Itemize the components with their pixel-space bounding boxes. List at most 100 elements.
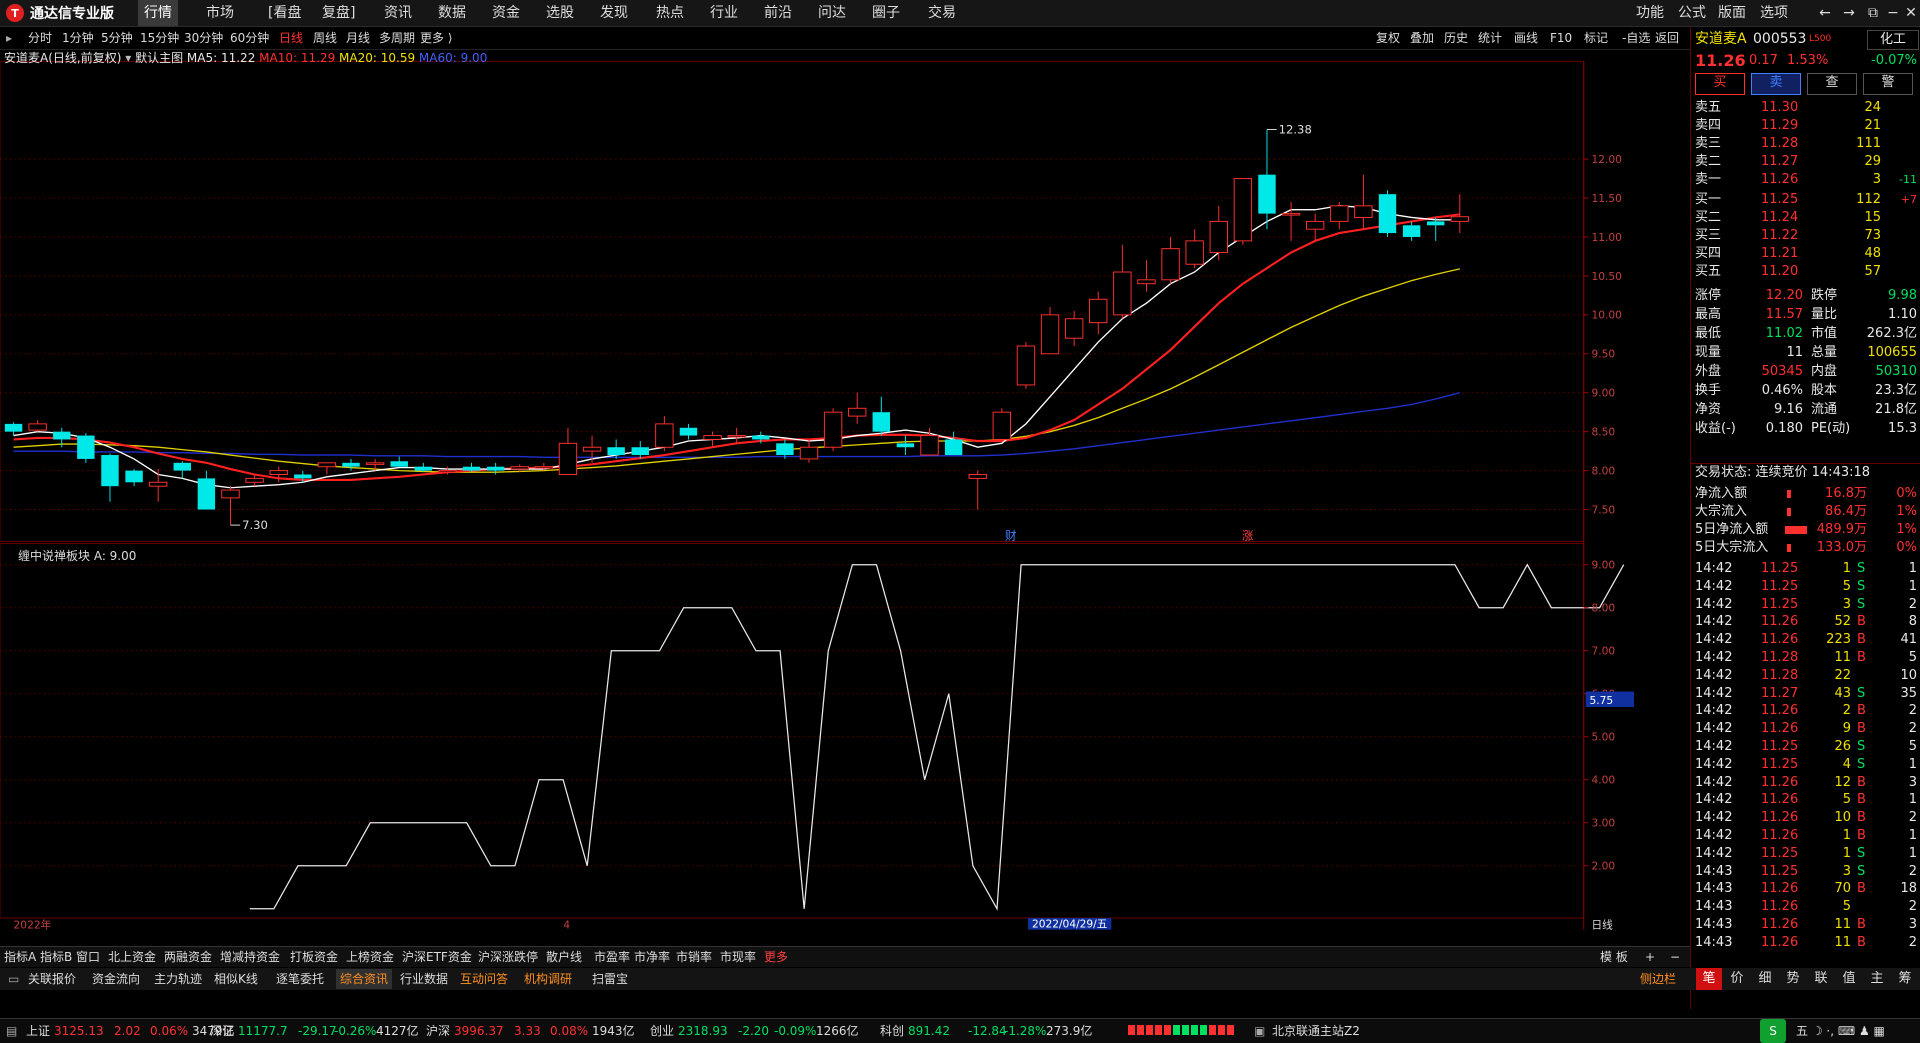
menu-item[interactable]: 前沿: [758, 0, 798, 26]
remove-icon[interactable]: −: [1670, 947, 1680, 967]
trade-action-button[interactable]: 买: [1695, 73, 1745, 95]
info-tab[interactable]: 主力轨迹: [150, 969, 206, 989]
status-menu-icon[interactable]: ▤: [6, 1019, 17, 1043]
index-name[interactable]: 科创: [880, 1019, 904, 1043]
menu-item[interactable]: 行情: [138, 0, 178, 26]
menu-item[interactable]: 问达: [812, 0, 852, 26]
indicator-tab[interactable]: 指标A: [4, 947, 36, 967]
indicator-tab[interactable]: 市销率: [676, 947, 712, 967]
toolbar-button[interactable]: 统计: [1478, 27, 1502, 49]
server-name[interactable]: 北京联通主站Z2: [1272, 1019, 1360, 1043]
add-icon[interactable]: +: [1645, 947, 1655, 967]
forward-icon[interactable]: →: [1840, 4, 1858, 22]
sidebar-button[interactable]: 侧边栏: [1636, 969, 1680, 989]
legend-main-icon[interactable]: ▾: [125, 51, 131, 65]
toolbar-button[interactable]: F10: [1550, 27, 1572, 49]
info-tab[interactable]: 扫雷宝: [588, 969, 632, 989]
indicator-tab[interactable]: 沪深涨跌停: [478, 947, 538, 967]
right-tab[interactable]: 细: [1752, 968, 1778, 990]
index-name[interactable]: 上证: [26, 1019, 50, 1043]
trade-action-button[interactable]: 查: [1807, 73, 1857, 95]
menu-item[interactable]: 发现: [594, 0, 634, 26]
info-tab[interactable]: 综合资讯: [336, 969, 393, 989]
index-name[interactable]: 深证: [210, 1019, 234, 1043]
menu-right-item[interactable]: 版面: [1718, 0, 1746, 26]
toolbar-button[interactable]: -自选: [1622, 27, 1650, 49]
minimize-icon[interactable]: −: [1884, 4, 1902, 22]
toolbar-button[interactable]: 返回: [1655, 27, 1679, 49]
menu-item[interactable]: 圈子: [866, 0, 906, 26]
info-tab[interactable]: 逐笔委托: [272, 969, 328, 989]
menu-right-item[interactable]: 公式: [1678, 0, 1706, 26]
period-item[interactable]: 月线: [346, 27, 370, 49]
tab-menu-icon[interactable]: ▭: [4, 969, 23, 989]
index-name[interactable]: 创业: [650, 1019, 674, 1043]
indicator-tab[interactable]: 市现率: [720, 947, 756, 967]
period-item[interactable]: 60分钟: [230, 27, 269, 49]
info-tab[interactable]: 行业数据: [396, 969, 452, 989]
info-tab[interactable]: 资金流向: [88, 969, 144, 989]
trade-action-button[interactable]: 警: [1863, 73, 1913, 95]
indicator-tab[interactable]: 指标B: [40, 947, 72, 967]
sogou-icon[interactable]: S: [1760, 1019, 1786, 1043]
restore-icon[interactable]: ⧉: [1864, 4, 1882, 22]
indicator-tab[interactable]: 市盈率: [594, 947, 630, 967]
template-button[interactable]: 模 板: [1600, 947, 1628, 967]
index-name[interactable]: 沪深: [426, 1019, 450, 1043]
period-item[interactable]: 5分钟: [101, 27, 133, 49]
period-item[interactable]: 周线: [313, 27, 337, 49]
menu-item[interactable]: 资讯: [378, 0, 418, 26]
ime-icons[interactable]: 五 ☽ ·, ⌨ ♟ ▦: [1796, 1019, 1885, 1043]
menu-item[interactable]: 热点: [650, 0, 690, 26]
period-item[interactable]: 多周期: [379, 27, 415, 49]
close-icon[interactable]: ✕: [1902, 4, 1920, 22]
toolbar-button[interactable]: 复权: [1376, 27, 1400, 49]
indicator-tab[interactable]: 沪深ETF资金: [402, 947, 472, 967]
right-tab[interactable]: 主: [1864, 968, 1890, 990]
period-item[interactable]: 1分钟: [62, 27, 94, 49]
indicator-tab[interactable]: 更多: [764, 947, 788, 967]
period-item[interactable]: 分时: [28, 27, 52, 49]
info-tab[interactable]: 相似K线: [210, 969, 262, 989]
period-item[interactable]: 更多 ⟩: [420, 27, 453, 49]
indicator-tab[interactable]: 散户线: [546, 947, 582, 967]
menu-item[interactable]: 复盘]: [316, 0, 361, 26]
right-tab[interactable]: 价: [1724, 968, 1750, 990]
menu-item[interactable]: [看盘: [262, 0, 307, 26]
right-tab[interactable]: 势: [1780, 968, 1806, 990]
info-tab[interactable]: 互动问答: [456, 969, 512, 989]
indicator-tab[interactable]: 增减持资金: [220, 947, 280, 967]
right-tab[interactable]: 联: [1808, 968, 1834, 990]
menu-item[interactable]: 资金: [486, 0, 526, 26]
toolbar-button[interactable]: 画线: [1514, 27, 1538, 49]
menu-item[interactable]: 交易: [922, 0, 962, 26]
period-item[interactable]: 15分钟: [140, 27, 179, 49]
indicator-tab[interactable]: 窗口: [76, 947, 100, 967]
sector-button[interactable]: 化工: [1867, 30, 1919, 50]
right-tab[interactable]: 筹: [1892, 968, 1918, 990]
menu-item[interactable]: 市场: [200, 0, 240, 26]
menu-right-item[interactable]: 选项: [1760, 0, 1788, 26]
indicator-tab[interactable]: 市净率: [634, 947, 670, 967]
back-icon[interactable]: ←: [1816, 4, 1834, 22]
info-tab[interactable]: 机构调研: [520, 969, 576, 989]
right-tab[interactable]: 笔: [1696, 968, 1722, 990]
menu-item[interactable]: 选股: [540, 0, 580, 26]
indicator-tab[interactable]: 上榜资金: [346, 947, 394, 967]
kline-chart[interactable]: 12.00 11.50 11.00 10.50 10.00 9.50 9.00 8.50 8.0…: [0, 49, 1636, 942]
toolbar-button[interactable]: 历史: [1444, 27, 1468, 49]
period-item[interactable]: 日线: [279, 27, 303, 49]
menu-item[interactable]: 数据: [432, 0, 472, 26]
right-tab[interactable]: 值: [1836, 968, 1862, 990]
trade-action-button[interactable]: 卖: [1751, 73, 1801, 95]
menu-item[interactable]: 行业: [704, 0, 744, 26]
toolbar-button[interactable]: 标记: [1584, 27, 1608, 49]
period-item[interactable]: 30分钟: [184, 27, 223, 49]
toolbar-button[interactable]: 叠加: [1410, 27, 1434, 49]
info-tab[interactable]: 关联报价: [24, 969, 80, 989]
menu-right-item[interactable]: 功能: [1636, 0, 1664, 26]
indicator-tab[interactable]: 打板资金: [290, 947, 338, 967]
period-menu-icon[interactable]: ▸: [6, 27, 12, 49]
indicator-tab[interactable]: 北上资金: [108, 947, 156, 967]
indicator-tab[interactable]: 两融资金: [164, 947, 212, 967]
